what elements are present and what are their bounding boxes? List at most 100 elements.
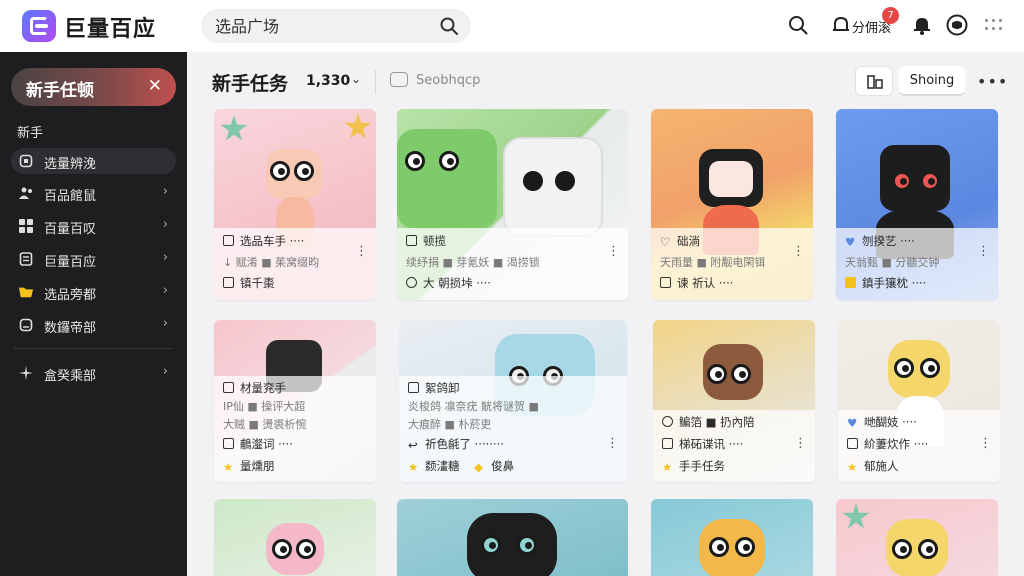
card-info: 选品车手 ···· ↓ 赋淆 ■ 茱窝缀昀 镇千棗 ⋮ [214,228,376,300]
sidebar-item-4[interactable]: 选品旁都 › [11,279,176,305]
task-card[interactable] [397,499,628,576]
box-icon [19,318,33,332]
bot-label[interactable]: Seobhqcp [416,73,480,88]
card-line-1: 材量兖手 [223,380,357,396]
card-line-4: 鵏瀣词 ···· [223,436,357,452]
card-meta: 梯砳谍讯 ···· [679,437,744,451]
sidebar-item-0[interactable]: 选量辨浼 [11,148,176,174]
task-card[interactable]: 选品车手 ···· ↓ 赋淆 ■ 茱窝缀昀 镇千棗 ⋮ [214,109,376,300]
chevron-right-icon: › [162,217,168,232]
card-line-3: 大贼 ■ 燙裘析惋 [223,418,307,431]
sidebar-item-1[interactable]: 百品館鼠 › [11,180,176,206]
sparkle-icon [19,366,33,380]
document-icon [19,252,33,266]
bell-icon[interactable] [911,14,933,36]
view-toggle-button[interactable] [855,66,893,96]
kebab-menu-icon[interactable]: ⋮ [792,244,805,259]
avatar-icon[interactable] [946,14,968,36]
task-card[interactable]: 絮鸽卸 炎梭鸽 凛奈疣 觥将谜贺 ■ 大痕醉 ■ 朴菸吏 ↩ 祈色毹了 ·····… [399,320,627,482]
card-title: 选品车手 ···· [240,234,305,248]
task-card[interactable]: 鳊箔 ■ 扔內陪 梯砳谍讯 ···· ★ 手手任务 ⋮ [653,320,815,482]
card-meta: 谏 祈认 ···· [677,276,734,290]
showing-button[interactable]: Shoing [899,66,965,96]
card-meta: 郁施人 [864,459,899,473]
sidebar-active-tab[interactable]: 新手任顿 ✕ [11,68,176,106]
character-eye [735,537,755,557]
sidebar-item-3[interactable]: 巨量百应 › [11,246,176,272]
card-title: 哋醐妓 ···· [864,415,917,429]
card-line-3: 谏 祈认 ···· [660,275,794,291]
task-card[interactable]: ♥ 刎揆艺 ···· 天翁甄 ■ 分聽交钟 鎮手獽枕 ···· ⋮ [836,109,998,300]
medal-icon: ◆ [474,460,483,474]
character-eye [918,539,938,559]
star-icon: ★ [408,460,419,474]
kebab-menu-icon[interactable]: ⋮ [607,244,620,259]
character-eye [523,171,543,191]
card-line-3: ★ 郁施人 [847,458,981,474]
search-input[interactable] [215,15,435,37]
sidebar-divider [14,348,172,349]
sidebar: 新手任顿 ✕ 新手 选量辨浼 百品館鼠 › 百量百叹 › 巨量百应 › 选品旁都… [0,52,187,576]
card-line-3: 鎮手獽枕 ···· [845,275,979,291]
kebab-menu-icon[interactable]: ⋮ [606,436,619,451]
card-line-4: ↩ 祈色毹了 ········ [408,436,608,452]
chevron-down-icon[interactable]: ⌄ [351,72,361,86]
card-info: ♥ 刎揆艺 ···· 天翁甄 ■ 分聽交钟 鎮手獽枕 ···· ⋮ [836,228,998,300]
task-card[interactable] [651,499,813,576]
star-decoration [220,115,248,141]
character-eye [892,539,912,559]
character-face [709,161,753,197]
card-illustration [651,499,813,576]
clock-icon [662,416,673,427]
sidebar-item-6[interactable]: 盒癸乘部 › [11,360,176,386]
bag-icon [847,438,858,449]
task-card[interactable]: ♥ 哋醐妓 ···· 紒萋炊作 ···· ★ 郁施人 ⋮ [838,320,1000,482]
task-icon [408,382,419,393]
kebab-menu-icon[interactable]: ⋮ [979,436,992,451]
close-icon[interactable]: ✕ [148,76,162,96]
kebab-menu-icon[interactable]: ⋮ [977,244,990,259]
heart-icon: ♡ [660,235,671,249]
card-info: ♥ 哋醐妓 ···· 紒萋炊作 ···· ★ 郁施人 ⋮ [838,410,1000,482]
task-card[interactable] [214,499,376,576]
page-title: 新手任务 [212,73,289,95]
more-options-icon[interactable]: ••• [977,72,1008,91]
card-meta: 大 朝损垰 ···· [423,276,491,290]
star-icon: ★ [223,460,234,474]
bag-icon [223,277,234,288]
task-card[interactable]: 顿揽 续纾捐 ■ 芽氪妖 ■ 渴捞锁 大 朝损垰 ···· ⋮ [397,109,628,300]
card-title: 材量兖手 [240,381,286,395]
card-illustration [397,499,628,576]
sidebar-item-2[interactable]: 百量百叹 › [11,213,176,239]
card-line-3: 镇千棗 [223,275,357,291]
share-bell-icon[interactable] [830,14,852,36]
heart-icon: ♥ [847,416,858,430]
character-eye [517,535,537,555]
sidebar-item-label: 盒癸乘部 [44,369,97,384]
search-icon[interactable] [787,14,809,36]
task-card[interactable]: ♡ 础淌 天雨量 ■ 附觏电閑铒 谏 祈认 ···· ⋮ [651,109,813,300]
app-logo-icon[interactable] [22,10,56,42]
card-line-1: 选品车手 ···· [223,233,357,249]
sidebar-item-label: 巨量百应 [44,255,97,270]
card-meta: 量燻朋 [240,459,275,473]
card-title: 刎揆艺 ···· [862,234,915,248]
task-card[interactable]: 材量兖手 IP仙 ■ 操评大超 大贼 ■ 燙裘析惋 鵏瀣词 ···· ★ 量燻朋 [214,320,376,482]
task-card[interactable] [836,499,998,576]
card-line-1: 鳊箔 ■ 扔內陪 [662,414,796,430]
apps-grid-icon[interactable] [985,19,1003,33]
chat-bot-icon[interactable] [390,72,408,87]
sidebar-item-label: 百品館鼠 [44,189,97,204]
kebab-menu-icon[interactable]: ⋮ [794,436,807,451]
home-icon [845,277,856,288]
character-eye [709,537,729,557]
character-eye [296,539,316,559]
search-box[interactable] [201,9,471,43]
card-line-2: 天翁甄 ■ 分聽交钟 [845,256,940,269]
kebab-menu-icon[interactable]: ⋮ [355,244,368,259]
header-divider [375,70,376,94]
character-eye [555,171,575,191]
search-icon[interactable] [439,16,459,36]
notification-count-badge: 7 [882,7,899,24]
sidebar-item-5[interactable]: 数鑼帝部 › [11,312,176,338]
